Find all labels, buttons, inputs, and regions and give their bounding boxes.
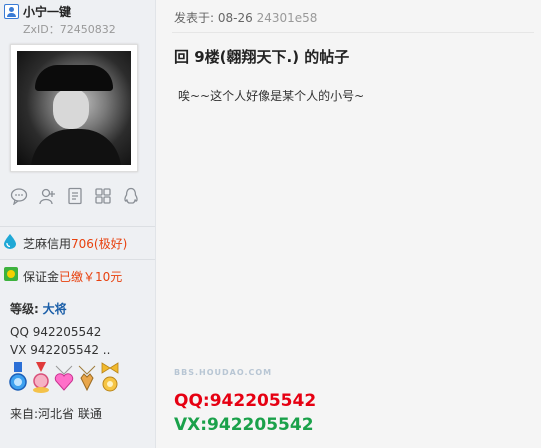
user-actions <box>10 187 150 207</box>
user-icon <box>4 4 19 19</box>
post-header: 发表于: 08-26 24301e58 <box>174 11 318 25</box>
medal-list <box>8 362 128 396</box>
grid-icon[interactable] <box>94 187 112 205</box>
credit-row: 芝麻信用706(极好) <box>0 226 155 257</box>
document-icon[interactable] <box>66 187 84 205</box>
user-level: 等级: 大将 <box>10 302 67 316</box>
level-value[interactable]: 大将 <box>43 302 67 316</box>
pink-heart-medal-icon[interactable] <box>54 362 74 394</box>
avatar[interactable] <box>10 44 138 172</box>
deposit-text: 保证金已缴￥10元 <box>23 270 123 284</box>
post-content: 发表于: 08-26 24301e58 回 9楼(翱翔天下.) 的帖子 唉~~这… <box>156 0 541 448</box>
qq-penguin-icon[interactable] <box>122 187 140 205</box>
fox-pendant-medal-icon[interactable] <box>77 362 97 394</box>
gold-bow-medal-icon[interactable] <box>100 362 120 394</box>
sidebar-vx: VX 942205542 .. <box>10 343 111 357</box>
signature-vx: VX:942205542 <box>174 415 314 435</box>
credit-text: 芝麻信用706(极好) <box>23 237 128 251</box>
user-header: 小宁一键 ZxID：72450832 <box>4 2 154 36</box>
user-location: 来自:河北省 联通 <box>10 407 102 421</box>
post-body: 唉~~这个人好像是某个人的小号~ <box>178 89 365 103</box>
credit-drop-icon <box>4 234 16 249</box>
watermark: BBS.HOUDAO.COM <box>174 368 273 377</box>
deposit-icon <box>4 267 18 281</box>
add-friend-icon[interactable] <box>38 187 56 205</box>
post-title: 回 9楼(翱翔天下.) 的帖子 <box>174 48 350 66</box>
user-sidebar: 小宁一键 ZxID：72450832 芝麻信用706(极好) 保证金已缴￥10元… <box>0 0 156 448</box>
post-date: 08-26 <box>217 11 253 25</box>
username-link[interactable]: 小宁一键 <box>23 3 71 20</box>
message-icon[interactable] <box>10 187 28 206</box>
sidebar-qq: QQ 942205542 <box>10 325 102 339</box>
deposit-row: 保证金已缴￥10元 <box>0 259 155 290</box>
red-ribbon-medal-icon[interactable] <box>31 362 51 394</box>
post-divider <box>172 32 534 33</box>
user-id: ZxID：72450832 <box>23 23 116 36</box>
signature-qq: QQ:942205542 <box>174 391 317 411</box>
blue-shield-medal-icon[interactable] <box>8 362 28 394</box>
post-hash: 24301e58 <box>256 11 318 25</box>
avatar-photo <box>17 51 131 165</box>
